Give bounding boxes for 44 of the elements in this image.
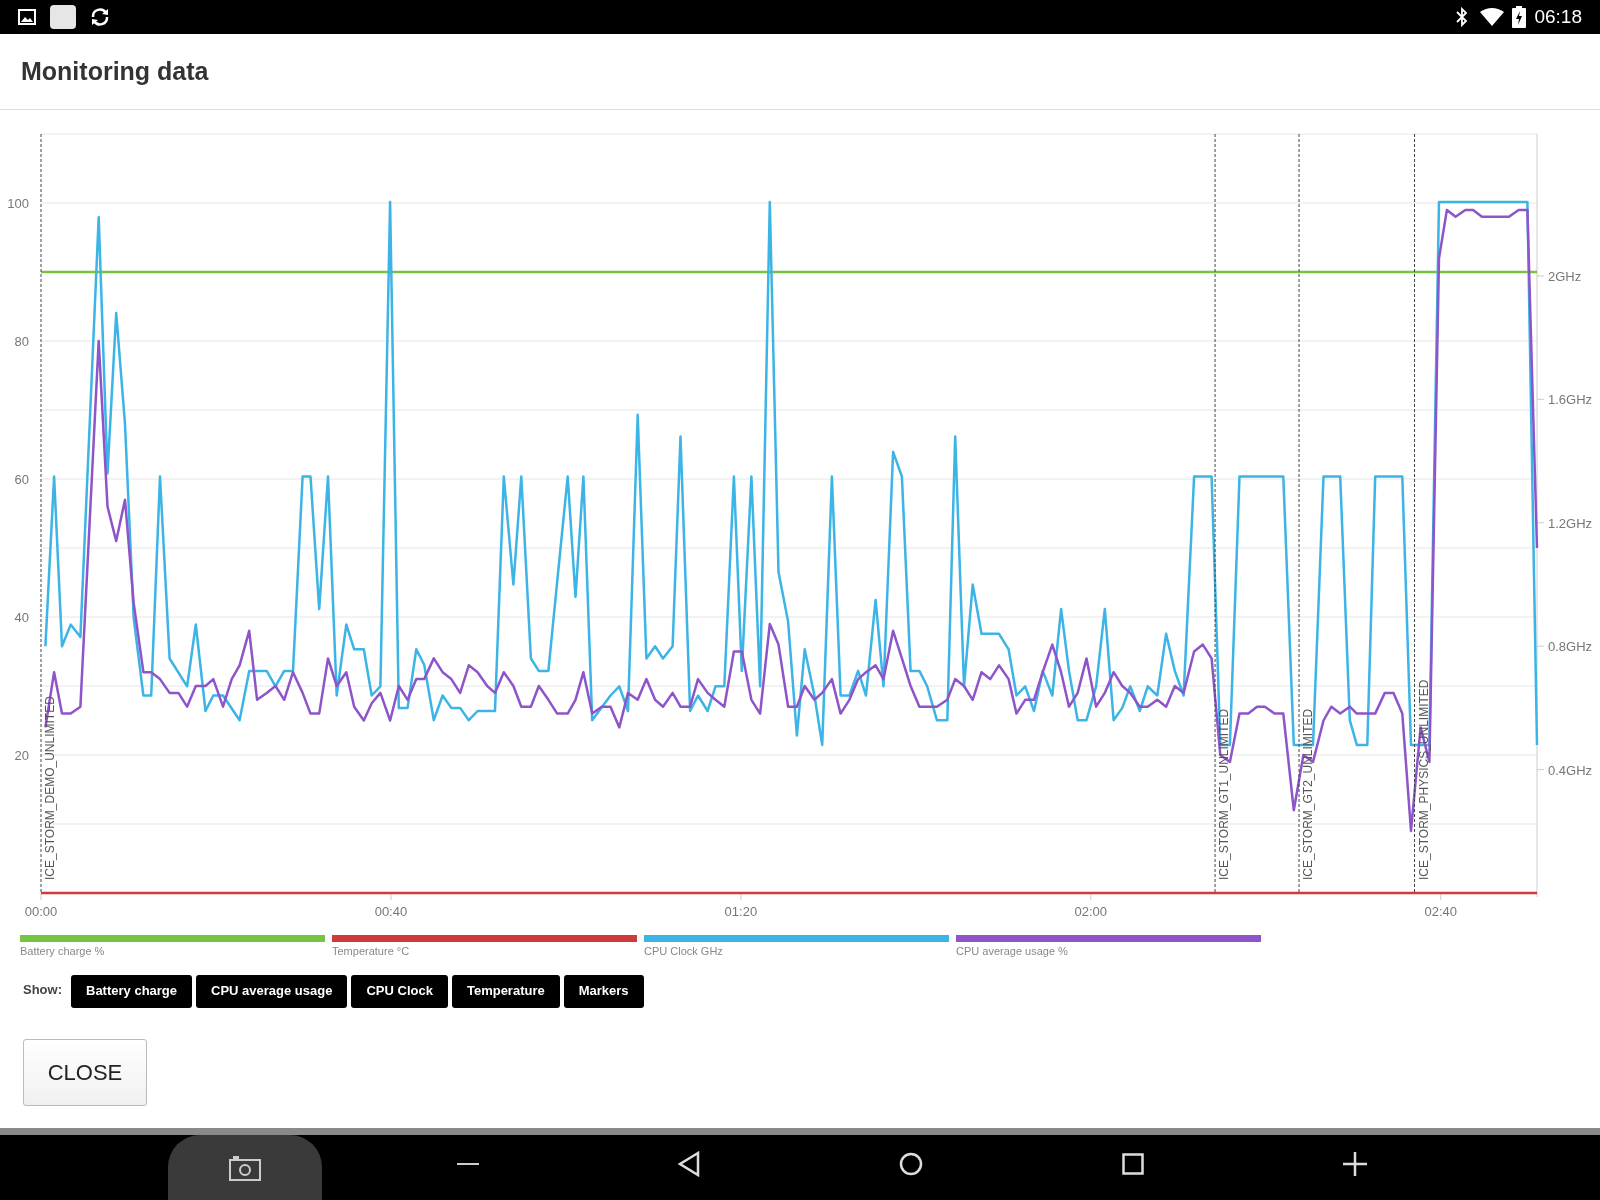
axis-label: 02:00 — [1074, 904, 1108, 919]
toggle-button[interactable]: Markers — [563, 974, 644, 1008]
axis-label: 1.6GHz — [1548, 392, 1593, 408]
axis-label: 40 — [14, 610, 29, 625]
battery-charging-icon — [1512, 6, 1527, 28]
image-icon — [18, 9, 36, 25]
back-icon[interactable] — [678, 1151, 700, 1177]
legend-label: Battery charge % — [20, 944, 106, 959]
marker-label: ICE_STORM_GT1_UNLIMITED — [1217, 708, 1232, 880]
show-label: Show: — [23, 980, 62, 999]
axis-label: 0.8GHz — [1548, 639, 1593, 655]
axis-label: 2GHz — [1548, 268, 1582, 284]
plus-icon[interactable] — [1343, 1152, 1367, 1176]
axis-label: 60 — [14, 472, 29, 487]
wifi-icon — [1480, 8, 1505, 26]
close-button[interactable]: CLOSE — [23, 1038, 147, 1106]
toggle-button[interactable]: Temperature — [451, 974, 560, 1008]
axis-label: 100 — [7, 196, 29, 211]
legend-label: CPU Clock GHz — [644, 944, 724, 959]
toggle-button[interactable]: Battery charge — [71, 974, 193, 1008]
screenshot-button[interactable] — [168, 1135, 322, 1200]
bluetooth-icon — [1456, 7, 1469, 27]
axis-label: 00:40 — [374, 904, 408, 919]
square-icon — [50, 5, 76, 29]
toggle-button[interactable]: CPU average usage — [196, 974, 348, 1008]
axis-label: 1.2GHz — [1548, 515, 1593, 531]
camera-icon — [229, 1154, 261, 1181]
axis-label: 0.4GHz — [1548, 762, 1593, 778]
home-icon[interactable] — [899, 1152, 923, 1176]
axis-label: 02:40 — [1424, 904, 1458, 919]
dialog-title: Monitoring data — [21, 55, 209, 87]
legend-label: Temperature °C — [332, 944, 411, 959]
axis-label: 80 — [14, 334, 29, 349]
marker-label: ICE_STORM_PHYSICS_UNLIMITED — [1416, 679, 1431, 880]
marker-label: ICE_STORM_DEMO_UNLIMITED — [43, 696, 57, 880]
marker-label: ICE_STORM_GT2_UNLIMITED — [1301, 708, 1316, 880]
axis-label: 00:00 — [24, 904, 58, 919]
legend-label: CPU average usage % — [956, 944, 1069, 959]
recents-icon[interactable] — [1122, 1153, 1144, 1175]
minus-icon[interactable] — [457, 1163, 479, 1166]
axis-label: 01:20 — [724, 904, 758, 919]
clock-time: 06:18 — [1534, 4, 1582, 29]
axis-label: 20 — [14, 748, 29, 763]
toggle-button[interactable]: CPU Clock — [351, 974, 448, 1008]
